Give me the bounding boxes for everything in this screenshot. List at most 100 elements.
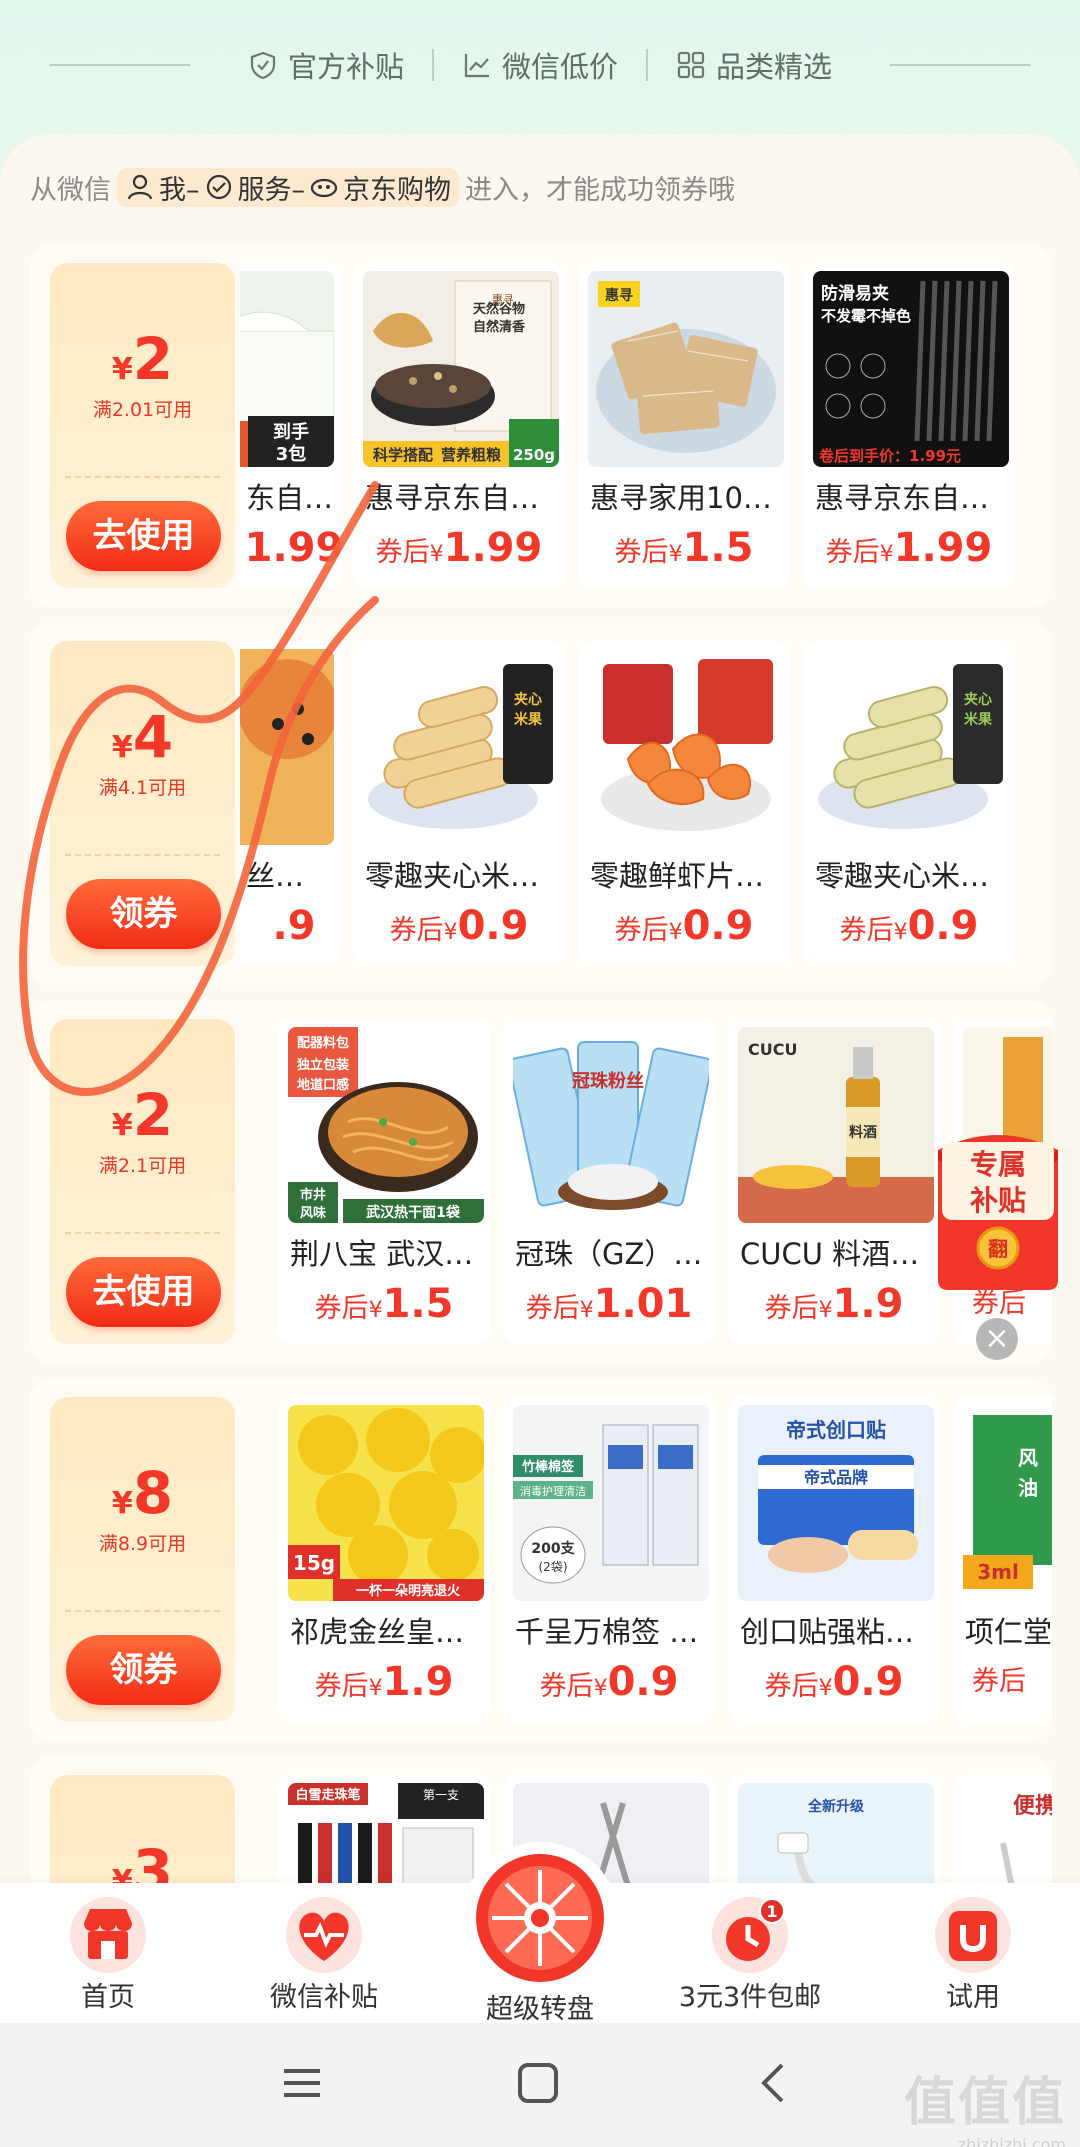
- coupon-card[interactable]: ¥8 满8.9可用 领券: [50, 1397, 235, 1722]
- home-square-icon[interactable]: [508, 2053, 568, 2113]
- product-card[interactable]: 丝… .9: [240, 641, 340, 966]
- svg-text:惠寻: 惠寻: [605, 287, 633, 304]
- home-store-icon: [70, 1897, 146, 1973]
- row-content: ¥4 满4.1可用 领券 丝… .9 夹心 米果 零趣夹心米… 券后¥0.9 零…: [30, 623, 1052, 985]
- svg-text:消毒护理清洁: 消毒护理清洁: [520, 1484, 586, 1498]
- coupon-divider: [65, 854, 220, 856]
- product-price: 券后¥1.99: [825, 525, 993, 571]
- entry-path: 我– 服务– 京东购物: [117, 167, 459, 207]
- tab-category-selection[interactable]: 品类精选: [648, 44, 860, 86]
- nav-label: 首页: [81, 1982, 135, 2013]
- exclusive-subsidy-red-packet[interactable]: 专属 补贴 翻: [928, 1130, 1068, 1295]
- svg-text:天然谷物: 天然谷物: [473, 301, 525, 317]
- nav-trial[interactable]: 试用: [873, 1883, 1073, 2023]
- product-name: 惠寻家用100…: [590, 481, 782, 515]
- coupon-card[interactable]: ¥2 满2.01可用 去使用: [50, 263, 235, 588]
- path-jd: 京东购物: [343, 174, 451, 206]
- svg-text:配器料包: 配器料包: [297, 1035, 349, 1051]
- grid-icon: [677, 51, 705, 79]
- product-image: 惠寻 天然谷物 自然清香 科学搭配 营养粗粮 250g: [363, 271, 559, 467]
- back-icon[interactable]: [744, 2053, 804, 2113]
- product-image: CUCU 料酒: [738, 1027, 934, 1223]
- product-card[interactable]: 惠寻 惠寻家用100… 券后¥1.5: [578, 263, 790, 588]
- svg-text:不发霉不掉色: 不发霉不掉色: [821, 307, 911, 325]
- coupon-amount: ¥8: [111, 1459, 174, 1527]
- product-image: 竹棒棉签 消毒护理清洁 200支 (2袋): [513, 1405, 709, 1601]
- product-card[interactable]: 防滑易夹 不发霉不掉色 卷后到手价：1.99元 惠寻京东自… 券后¥1.99: [803, 263, 1015, 588]
- wheel-icon[interactable]: [458, 1840, 622, 2004]
- product-card[interactable]: 零趣鲜虾片5… 券后¥0.9: [578, 641, 790, 966]
- product-card[interactable]: 惠寻 天然谷物 自然清香 科学搭配 营养粗粮 250g 惠寻京东自… 券后¥1.99: [353, 263, 565, 588]
- svg-text:翻: 翻: [988, 1237, 1008, 1261]
- claim-coupon-button[interactable]: 领券: [66, 879, 221, 949]
- product-card[interactable]: 15g 一杯一朵明亮退火 祁虎金丝皇… 券后¥1.9: [278, 1397, 490, 1722]
- product-name: 惠寻京东自…: [815, 481, 990, 515]
- product-card[interactable]: 到手 3包 东自… 1.99: [240, 263, 343, 588]
- coupon-amount: ¥2: [111, 1081, 174, 1149]
- svg-text:米果: 米果: [514, 711, 543, 728]
- use-coupon-button[interactable]: 去使用: [66, 1257, 221, 1327]
- product-image: 到手 3包: [240, 271, 334, 467]
- product-name: CUCU 料酒…: [740, 1237, 920, 1271]
- product-image: 风油 3ml: [963, 1405, 1052, 1601]
- claim-coupon-button[interactable]: 领券: [66, 1635, 221, 1705]
- svg-text:250g: 250g: [513, 446, 555, 464]
- product-card[interactable]: 风油 3ml 项仁堂 券后: [953, 1397, 1052, 1722]
- product-card[interactable]: 竹棒棉签 消毒护理清洁 200支 (2袋) 千呈万棉签 … 券后¥0.9: [503, 1397, 715, 1722]
- coupon-condition: 满2.1可用: [98, 1155, 187, 1177]
- svg-text:米果: 米果: [964, 711, 993, 728]
- tab-official-subsidy[interactable]: 官方补贴: [220, 44, 432, 86]
- top-tab-strip: 官方补贴 微信低价 品类精选: [0, 0, 1080, 130]
- svg-text:全新升级: 全新升级: [807, 1798, 865, 1815]
- product-name: 零趣夹心米…: [365, 859, 540, 893]
- product-card[interactable]: 夹心米果 零趣夹心米… 券后¥0.9: [353, 641, 565, 966]
- svg-text:帝式品牌: 帝式品牌: [804, 1468, 868, 1487]
- svg-text:到手: 到手: [273, 421, 309, 443]
- product-card[interactable]: 夹心 米果 零趣夹心米… 券后¥0.9: [803, 641, 1015, 966]
- product-card[interactable]: 配器料包 独立包装 地道口感 市井 风味 武汉热干面1袋 荆八宝 武汉… 券后¥1.5: [278, 1019, 490, 1344]
- product-card[interactable]: 冠珠粉丝 冠珠（GZ）… 券后¥1.01: [503, 1019, 715, 1344]
- svg-text:1: 1: [766, 1902, 777, 1921]
- use-coupon-button[interactable]: 去使用: [66, 501, 221, 571]
- product-image: [588, 649, 784, 845]
- svg-text:专属: 专属: [970, 1148, 1026, 1181]
- product-image: 夹心 米果: [813, 649, 1009, 845]
- coupon-row: ¥8 满8.9可用 领券 15g 一杯一朵明亮退火 祁虎金丝皇… 券后¥1.9 竹…: [30, 1379, 1052, 1741]
- shield-icon: [250, 51, 276, 80]
- svg-text:冠珠粉丝: 冠珠粉丝: [572, 1070, 644, 1092]
- svg-text:夹心: 夹心: [514, 691, 542, 708]
- tab-wechat-low-price[interactable]: 微信低价: [434, 44, 646, 86]
- svg-text:白雪走珠笔: 白雪走珠笔: [295, 1787, 360, 1803]
- hint-suffix: 进入，才能成功领券哦: [465, 174, 735, 206]
- product-price: 券后¥0.9: [839, 903, 979, 949]
- svg-text:夹心: 夹心: [964, 691, 992, 708]
- hint-prefix: 从微信: [30, 174, 111, 206]
- coupon-divider: [65, 1232, 220, 1234]
- nav-label: 试用: [946, 1982, 1000, 2013]
- coupon-card[interactable]: ¥2 满2.1可用 去使用: [50, 1019, 235, 1344]
- coupon-card[interactable]: ¥4 满4.1可用 领券: [50, 641, 235, 966]
- svg-text:便携: 便携: [1013, 1793, 1052, 1819]
- nav-home[interactable]: 首页: [8, 1883, 208, 2023]
- nav-wechat-subsidy[interactable]: 微信补贴: [224, 1883, 424, 2023]
- product-price: 券后¥0.9: [614, 903, 754, 949]
- product-price: 券后¥0.9: [389, 903, 529, 949]
- product-image: 夹心 米果: [363, 649, 559, 845]
- close-icon[interactable]: ×: [976, 1318, 1018, 1360]
- nav-three-for-three[interactable]: 1 3元3件包邮: [650, 1883, 850, 2023]
- svg-text:(2袋): (2袋): [539, 1560, 568, 1574]
- product-list[interactable]: 到手 3包 东自… 1.99 惠寻 天然谷物 自然清香 科学搭配 营养粗粮 250g 惠寻京…: [240, 263, 1052, 588]
- product-price: 券后¥1.99: [375, 525, 543, 571]
- product-price: 券后¥1.01: [525, 1281, 693, 1327]
- product-list[interactable]: 丝… .9 夹心 米果 零趣夹心米… 券后¥0.9 零趣鲜虾片5… 券后¥0.9 …: [240, 641, 1052, 966]
- menu-icon[interactable]: [272, 2053, 332, 2113]
- coupon-amount: ¥4: [111, 703, 174, 771]
- product-list[interactable]: 15g 一杯一朵明亮退火 祁虎金丝皇… 券后¥1.9 竹棒棉签 消毒护理清洁 200支…: [240, 1397, 1052, 1722]
- nav-super-wheel-label[interactable]: 超级转盘: [440, 1987, 640, 2026]
- svg-text:帝式创口贴: 帝式创口贴: [786, 1418, 886, 1442]
- svg-text:地道口感: 地道口感: [297, 1077, 349, 1093]
- product-name: 祁虎金丝皇…: [290, 1615, 465, 1649]
- product-price: 券后¥0.9: [539, 1659, 679, 1705]
- product-price: 券后: [972, 1666, 1026, 1697]
- coupon-divider: [65, 1610, 220, 1612]
